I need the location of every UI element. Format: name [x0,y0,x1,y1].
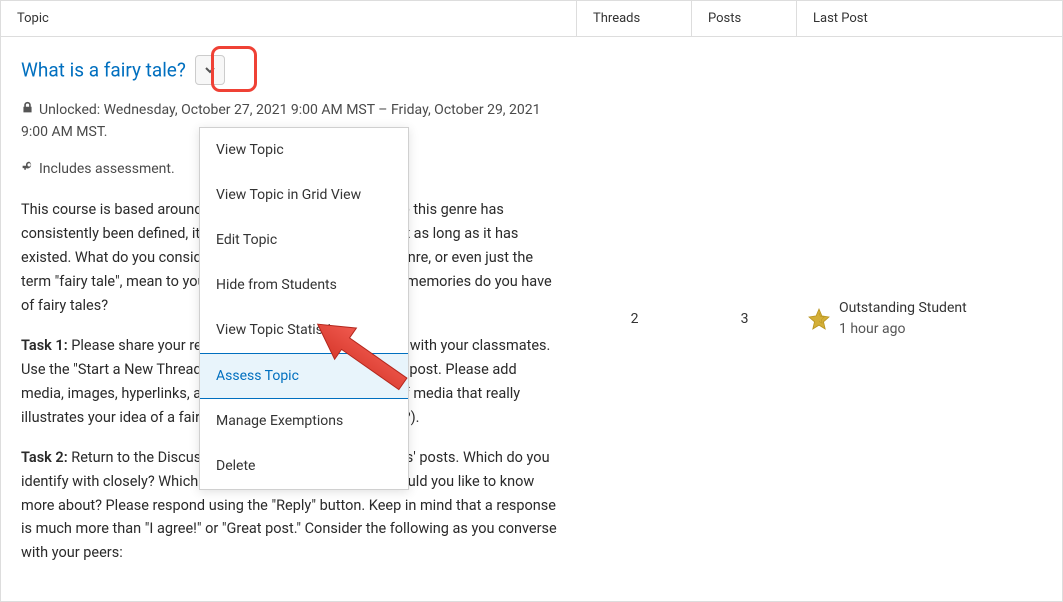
lastpost-text: Outstanding Student 1 hour ago [839,298,967,340]
menu-edit-topic[interactable]: Edit Topic [200,218,408,263]
topic-title-link[interactable]: What is a fairy tale? [21,59,186,82]
table-header: Topic Threads Posts Last Post [1,0,1062,37]
lock-icon [21,99,35,121]
topic-row: What is a fairy tale? Unlocked: Wednesda… [1,37,1062,601]
menu-delete[interactable]: Delete [200,444,408,489]
col-header-posts: Posts [692,1,797,36]
topic-actions-dropdown-button[interactable] [195,55,225,85]
posts-count: 3 [692,37,797,601]
col-header-threads: Threads [577,1,692,36]
task1-label: Task 1: [21,337,68,354]
col-header-topic: Topic [1,1,577,36]
threads-count: 2 [577,37,692,601]
topic-cell: What is a fairy tale? Unlocked: Wednesda… [1,37,577,601]
star-icon [807,307,831,331]
menu-view-grid[interactable]: View Topic in Grid View [200,173,408,218]
menu-hide-students[interactable]: Hide from Students [200,263,408,308]
menu-assess-topic[interactable]: Assess Topic [200,353,408,399]
task2-label: Task 2: [21,449,68,466]
lastpost-cell: Outstanding Student 1 hour ago [797,37,1062,601]
menu-view-statistics[interactable]: View Topic Statistics [200,308,408,353]
menu-manage-exemptions[interactable]: Manage Exemptions [200,399,408,444]
col-header-lastpost: Last Post [797,1,1062,36]
lastpost-author: Outstanding Student [839,298,967,319]
chevron-down-icon [204,64,216,76]
key-icon [21,158,35,180]
lastpost-time: 1 hour ago [839,319,967,340]
topic-actions-menu: View Topic View Topic in Grid View Edit … [199,127,409,490]
menu-view-topic[interactable]: View Topic [200,128,408,173]
assessment-text: Includes assessment. [39,161,175,177]
